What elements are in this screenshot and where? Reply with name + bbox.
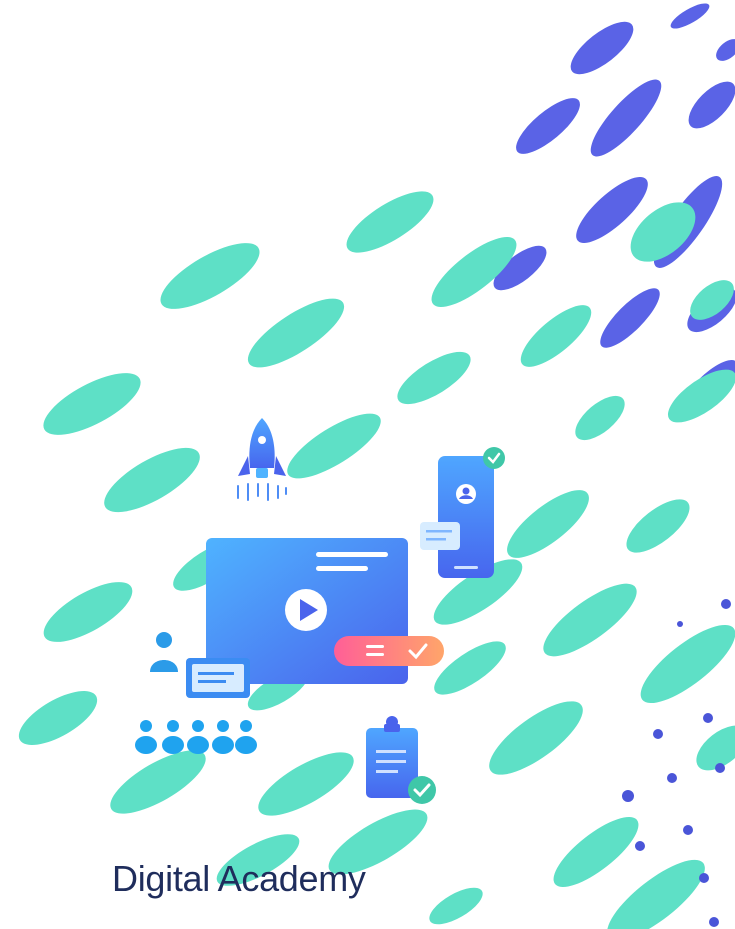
checkmark-icon [408, 776, 436, 804]
rocket-icon [237, 418, 287, 501]
play-icon [285, 589, 327, 631]
background-illustration [18, 3, 735, 929]
page-title: Digital Academy [112, 858, 366, 899]
clipboard-icon [366, 716, 436, 804]
smartphone-icon [420, 447, 505, 578]
